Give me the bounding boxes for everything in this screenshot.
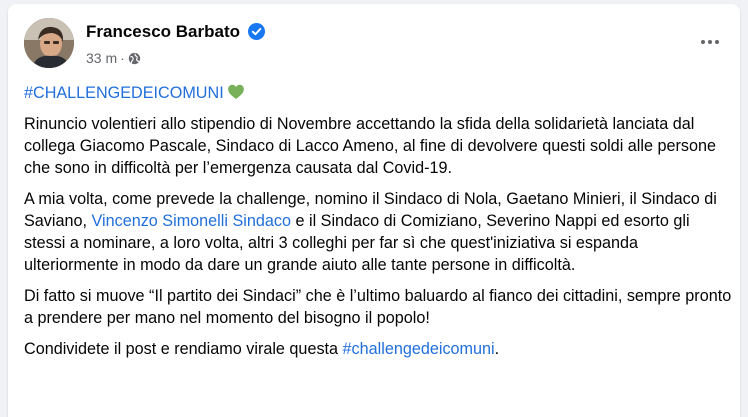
paragraph-2: A mia volta, come prevede la challenge, … (24, 188, 732, 276)
post-timestamp[interactable]: 33 m (86, 50, 117, 66)
hashtag-line: #CHALLENGEDEICOMUNI (24, 82, 732, 104)
meta-separator: · (120, 50, 125, 66)
more-options-icon[interactable] (692, 24, 728, 60)
post-card: Francesco Barbato 33 m · #CHALLENGEDEICOM… (8, 4, 740, 417)
verified-badge-icon (248, 23, 265, 40)
green-heart-icon (227, 84, 244, 99)
author-avatar[interactable] (24, 18, 74, 68)
author-name[interactable]: Francesco Barbato (86, 22, 240, 42)
hashtag-link-inline[interactable]: #challengedeicomuni (343, 340, 495, 358)
mention-link[interactable]: Vincenzo Simonelli Sindaco (92, 212, 291, 230)
paragraph-4-text-a: Condividete il post e rendiamo virale qu… (24, 340, 343, 358)
paragraph-1: Rinuncio volentieri allo stipendio di No… (24, 115, 716, 177)
hashtag-link[interactable]: #CHALLENGEDEICOMUNI (24, 84, 224, 102)
paragraph-4-text-b: . (494, 340, 500, 358)
avatar-photo (24, 18, 74, 68)
post-header: Francesco Barbato 33 m · (24, 18, 728, 68)
paragraph-3: Di fatto si muove “Il partito dei Sindac… (24, 287, 732, 327)
post-body: #CHALLENGEDEICOMUNI Rinuncio volentieri … (24, 82, 732, 369)
paragraph-4: Condividete il post e rendiamo virale qu… (24, 338, 732, 360)
globe-icon[interactable] (128, 52, 141, 65)
post-meta: 33 m · (86, 50, 141, 66)
